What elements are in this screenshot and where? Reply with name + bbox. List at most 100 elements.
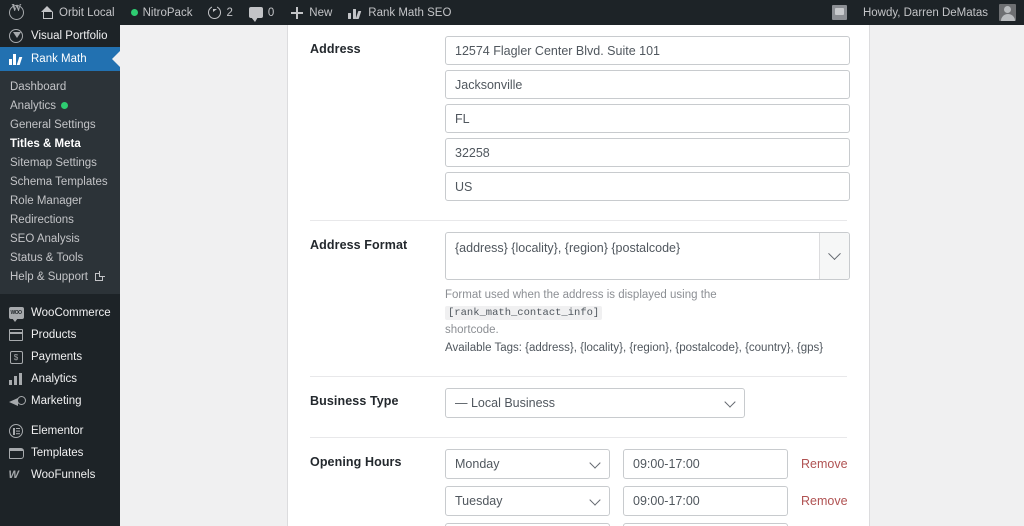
nitropack-label: NitroPack: [142, 6, 193, 19]
address-postalcode-input[interactable]: [445, 138, 850, 167]
sidebar-item-templates[interactable]: Templates: [0, 442, 120, 464]
address-format-textarea[interactable]: {address} {locality}, {region} {postalco…: [445, 232, 850, 280]
admin-bar-right: Howdy, Darren DeMatas: [824, 0, 1024, 25]
day-select-wrap: Monday: [445, 449, 610, 479]
wordpress-logo-menu[interactable]: [0, 0, 32, 25]
opening-hours-label: Opening Hours: [310, 455, 402, 469]
sidebar-item-elementor[interactable]: Elementor: [0, 420, 120, 442]
sidebar-subitem-label: Role Manager: [10, 194, 83, 207]
new-label: New: [309, 6, 333, 19]
sidebar-item-analytics[interactable]: Analytics: [0, 96, 120, 115]
sidebar-item-titles-meta[interactable]: Titles & Meta: [0, 134, 120, 153]
woofunnels-icon: W: [8, 469, 19, 481]
sidebar-item-label: Payments: [31, 351, 83, 363]
comments-menu[interactable]: 0: [241, 0, 282, 25]
updates-menu[interactable]: 2: [200, 0, 240, 25]
sidebar-item-redirections[interactable]: Redirections: [0, 210, 120, 229]
address-format-wrap: {address} {locality}, {region} {postalco…: [445, 232, 850, 280]
comments-count: 0: [267, 6, 275, 19]
sidebar-item-analytics-woo[interactable]: Analytics: [0, 368, 120, 390]
remove-hours-link[interactable]: Remove: [801, 457, 848, 471]
admin-bar: Orbit Local NitroPack 2 0 New Rank Math …: [0, 0, 1024, 25]
analytics-icon: [8, 373, 24, 385]
sidebar-item-woocommerce[interactable]: WOO WooCommerce: [0, 302, 120, 324]
marketing-icon: [8, 395, 26, 408]
opening-hours-day-select[interactable]: Monday: [445, 449, 610, 479]
payments-icon: $: [8, 350, 24, 364]
sidebar-item-label: Elementor: [31, 425, 84, 437]
rank-math-icon: [348, 7, 363, 19]
products-icon: [8, 329, 24, 341]
sidebar-item-sitemap-settings[interactable]: Sitemap Settings: [0, 153, 120, 172]
updates-count: 2: [226, 6, 233, 19]
sidebar-item-woofunnels[interactable]: W WooFunnels: [0, 464, 120, 486]
sidebar-separator-2: [0, 412, 120, 420]
business-type-select[interactable]: — Local Business: [445, 388, 745, 418]
rank-math-seo-label: Rank Math SEO: [368, 6, 452, 19]
sidebar-item-label: Marketing: [31, 395, 82, 407]
sidebar-item-payments[interactable]: $ Payments: [0, 346, 120, 368]
address-format-dropdown-button[interactable]: [819, 233, 849, 279]
sidebar-item-role-manager[interactable]: Role Manager: [0, 191, 120, 210]
analytics-status-dot-icon: [61, 102, 69, 109]
address-format-field-row: Address Format {address} {locality}, {re…: [310, 221, 850, 368]
my-account-menu[interactable]: Howdy, Darren DeMatas: [855, 0, 1024, 25]
new-content-menu[interactable]: New: [282, 0, 340, 25]
wordpress-logo-icon: [9, 3, 24, 20]
sidebar-item-marketing[interactable]: Marketing: [0, 390, 120, 412]
address-locality-input[interactable]: [445, 70, 850, 99]
external-link-icon: [95, 271, 105, 281]
sidebar-subitem-label: SEO Analysis: [10, 232, 80, 245]
opening-hours-day-select[interactable]: Tuesday: [445, 486, 610, 516]
address-country-input[interactable]: [445, 172, 850, 201]
address-format-helper: Format used when the address is displaye…: [445, 287, 865, 339]
content-wrap: Address Address Format {address} {locali…: [120, 25, 1024, 526]
nitropack-menu[interactable]: NitroPack: [123, 0, 201, 25]
plus-icon: [290, 6, 304, 20]
opening-hours-time-input[interactable]: [623, 449, 788, 479]
address-inputs: [445, 36, 850, 201]
sidebar-item-products[interactable]: Products: [0, 324, 120, 346]
sidebar-item-label: WooCommerce: [31, 307, 111, 319]
home-icon: [40, 6, 54, 19]
address-street-input[interactable]: [445, 36, 850, 65]
notifications-menu[interactable]: [824, 0, 855, 25]
address-label: Address: [310, 42, 361, 56]
sidebar-item-schema-templates[interactable]: Schema Templates: [0, 172, 120, 191]
settings-panel: Address Address Format {address} {locali…: [287, 25, 870, 526]
rank-math-submenu: Dashboard Analytics General Settings Tit…: [0, 71, 120, 294]
rank-math-seo-menu[interactable]: Rank Math SEO: [340, 0, 459, 25]
sidebar-separator: [0, 294, 120, 302]
sidebar-item-rank-math[interactable]: Rank Math: [0, 47, 120, 71]
rank-math-icon: [8, 53, 24, 65]
opening-hours-time-input[interactable]: [623, 486, 788, 516]
opening-hours-field-row: Opening Hours Monday Remove Tu: [310, 438, 848, 526]
site-name-menu[interactable]: Orbit Local: [32, 0, 123, 25]
address-region-input[interactable]: [445, 104, 850, 133]
opening-hours-row: Tuesday Remove: [445, 486, 848, 516]
sidebar-item-seo-analysis[interactable]: SEO Analysis: [0, 229, 120, 248]
greeting-label: Howdy, Darren DeMatas: [862, 6, 988, 19]
opening-hours-control: Monday Remove Tuesday Remov: [445, 449, 848, 526]
templates-icon: [8, 447, 24, 459]
sidebar-item-status-tools[interactable]: Status & Tools: [0, 248, 120, 267]
sidebar-item-label: Templates: [31, 447, 84, 459]
avatar: [999, 4, 1016, 21]
sidebar-item-label: WooFunnels: [31, 469, 96, 481]
sidebar-subitem-label: Analytics: [10, 99, 57, 112]
admin-sidebar: Visual Portfolio Rank Math Dashboard Ana…: [0, 25, 120, 526]
sidebar-item-help-support[interactable]: Help & Support: [0, 267, 120, 286]
sidebar-subitem-label: General Settings: [10, 118, 96, 131]
sidebar-subitem-label: Schema Templates: [10, 175, 108, 188]
sidebar-item-label: Visual Portfolio: [31, 30, 108, 42]
sidebar-subitem-label: Titles & Meta: [10, 137, 81, 150]
chevron-down-icon: [828, 246, 841, 260]
woocommerce-icon: WOO: [8, 307, 24, 322]
sidebar-item-dashboard[interactable]: Dashboard: [0, 77, 120, 96]
sidebar-item-visual-portfolio[interactable]: Visual Portfolio: [0, 25, 120, 47]
visual-portfolio-icon: [8, 29, 24, 43]
remove-hours-link[interactable]: Remove: [801, 494, 848, 508]
sidebar-subitem-label: Help & Support: [10, 270, 88, 283]
address-field-row: Address: [310, 25, 850, 212]
sidebar-item-general-settings[interactable]: General Settings: [0, 115, 120, 134]
